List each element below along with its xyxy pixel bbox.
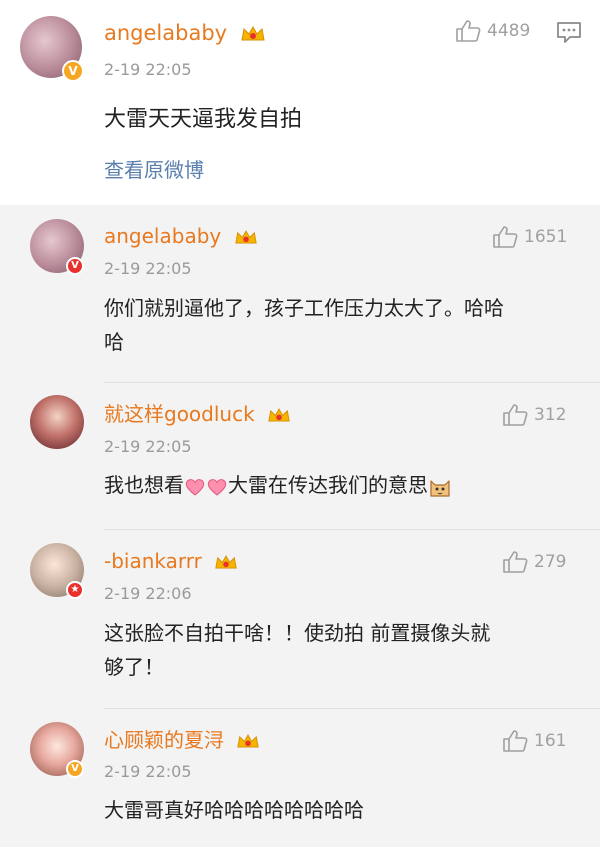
username-text[interactable]: -biankarrr xyxy=(104,549,202,573)
verified-badge-icon: V xyxy=(66,760,84,778)
timestamp: 2-19 22:05 xyxy=(104,259,192,278)
comment-text-line: 你们就别逼他了，孩子工作压力太大了。哈哈 xyxy=(104,296,504,320)
crown-icon xyxy=(215,555,237,569)
username[interactable]: 心顾颖的夏浔 xyxy=(104,727,260,753)
verified-badge-icon: ★ xyxy=(66,581,84,599)
like-count: 312 xyxy=(534,405,567,425)
verified-badge-icon: V xyxy=(66,257,84,275)
verified-badge-icon: V xyxy=(62,60,84,82)
comment-text: 我也想看 大雷在传达我们的意思 xyxy=(104,468,452,502)
divider xyxy=(104,382,600,383)
timestamp: 2-19 22:05 xyxy=(104,762,192,781)
cat-emoji-icon xyxy=(430,479,450,497)
like-button[interactable]: 4489 xyxy=(455,19,530,43)
thumbs-up-icon xyxy=(456,20,481,42)
timestamp: 2-19 22:05 xyxy=(104,60,192,79)
comment-text: 这张脸不自拍干啥！！使劲拍 前置摄像头就 够了！ xyxy=(104,616,490,684)
comment-text-part: 大雷在传达我们的意思 xyxy=(228,473,428,497)
main-comment: V angelababy 2-19 22:05 大雷天天逼我发自拍 查看原微博 … xyxy=(0,0,600,205)
comment-text-line: 哈 xyxy=(104,330,124,354)
like-button[interactable]: 161 xyxy=(502,729,566,753)
username-text[interactable]: 心顾颖的夏浔 xyxy=(104,728,224,752)
like-count: 1651 xyxy=(524,227,568,247)
username-text[interactable]: angelababy xyxy=(104,21,227,45)
like-button[interactable]: 1651 xyxy=(492,225,567,249)
comment-text-line: 大雷哥真好哈哈哈哈哈哈哈哈 xyxy=(104,798,364,822)
username-text[interactable]: angelababy xyxy=(104,224,221,248)
view-original-weibo-link[interactable]: 查看原微博 xyxy=(104,157,204,183)
comment-icon[interactable] xyxy=(556,20,582,44)
like-button[interactable]: 312 xyxy=(502,403,566,427)
thumbs-up-icon xyxy=(493,226,518,248)
divider xyxy=(104,529,600,530)
comment-text: 大雷天天逼我发自拍 xyxy=(104,107,303,132)
username[interactable]: -biankarrr xyxy=(104,548,238,574)
crown-icon xyxy=(268,408,290,422)
username[interactable]: angelababy xyxy=(104,20,266,46)
crown-icon xyxy=(234,230,257,244)
comment-text-part: 我也想看 xyxy=(104,473,184,497)
avatar[interactable] xyxy=(30,395,84,449)
crown-icon xyxy=(241,25,265,41)
like-count: 279 xyxy=(534,552,567,572)
like-count: 161 xyxy=(534,731,567,751)
heart-emoji-icon xyxy=(207,478,227,496)
thumbs-up-icon xyxy=(503,551,528,573)
like-count: 4489 xyxy=(487,21,531,41)
crown-icon xyxy=(237,734,260,748)
heart-emoji-icon xyxy=(185,478,205,496)
username[interactable]: 就这样goodluck xyxy=(104,401,291,427)
reply-list: V angelababy 2-19 22:05 你们就别逼他了，孩子工作压力太大… xyxy=(0,205,600,847)
username[interactable]: angelababy xyxy=(104,223,258,249)
username-text[interactable]: 就这样goodluck xyxy=(104,402,255,426)
timestamp: 2-19 22:05 xyxy=(104,437,192,456)
comment-text-line: 够了！ xyxy=(104,655,164,679)
timestamp: 2-19 22:06 xyxy=(104,584,192,603)
thumbs-up-icon xyxy=(503,404,528,426)
thumbs-up-icon xyxy=(503,730,528,752)
comment-text: 你们就别逼他了，孩子工作压力太大了。哈哈 哈 xyxy=(104,291,504,359)
like-button[interactable]: 279 xyxy=(502,550,566,574)
comment-text: 大雷哥真好哈哈哈哈哈哈哈哈 xyxy=(104,793,364,827)
comment-text-line: 这张脸不自拍干啥！！使劲拍 前置摄像头就 xyxy=(104,621,491,645)
divider xyxy=(104,708,600,709)
